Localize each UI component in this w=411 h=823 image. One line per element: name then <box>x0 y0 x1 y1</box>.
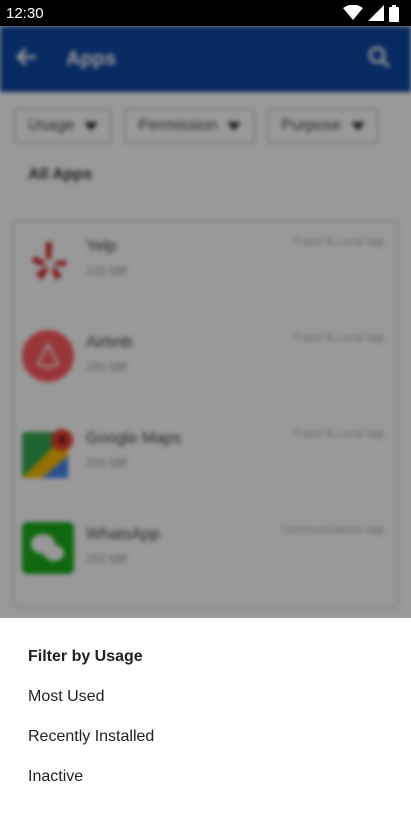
sheet-title: Filter by Usage <box>28 648 143 665</box>
status-icons <box>343 4 399 22</box>
option-inactive[interactable]: Inactive <box>28 768 411 808</box>
wifi-icon <box>343 5 363 21</box>
status-time: 12:30 <box>6 4 44 22</box>
status-bar: 12:30 <box>0 0 411 26</box>
option-most-used[interactable]: Most Used <box>28 688 411 728</box>
filter-bottom-sheet: Filter by Usage Most Used Recently Insta… <box>0 618 411 823</box>
battery-icon <box>389 4 399 22</box>
option-recently-installed[interactable]: Recently Installed <box>28 728 411 768</box>
signal-icon <box>368 5 384 21</box>
